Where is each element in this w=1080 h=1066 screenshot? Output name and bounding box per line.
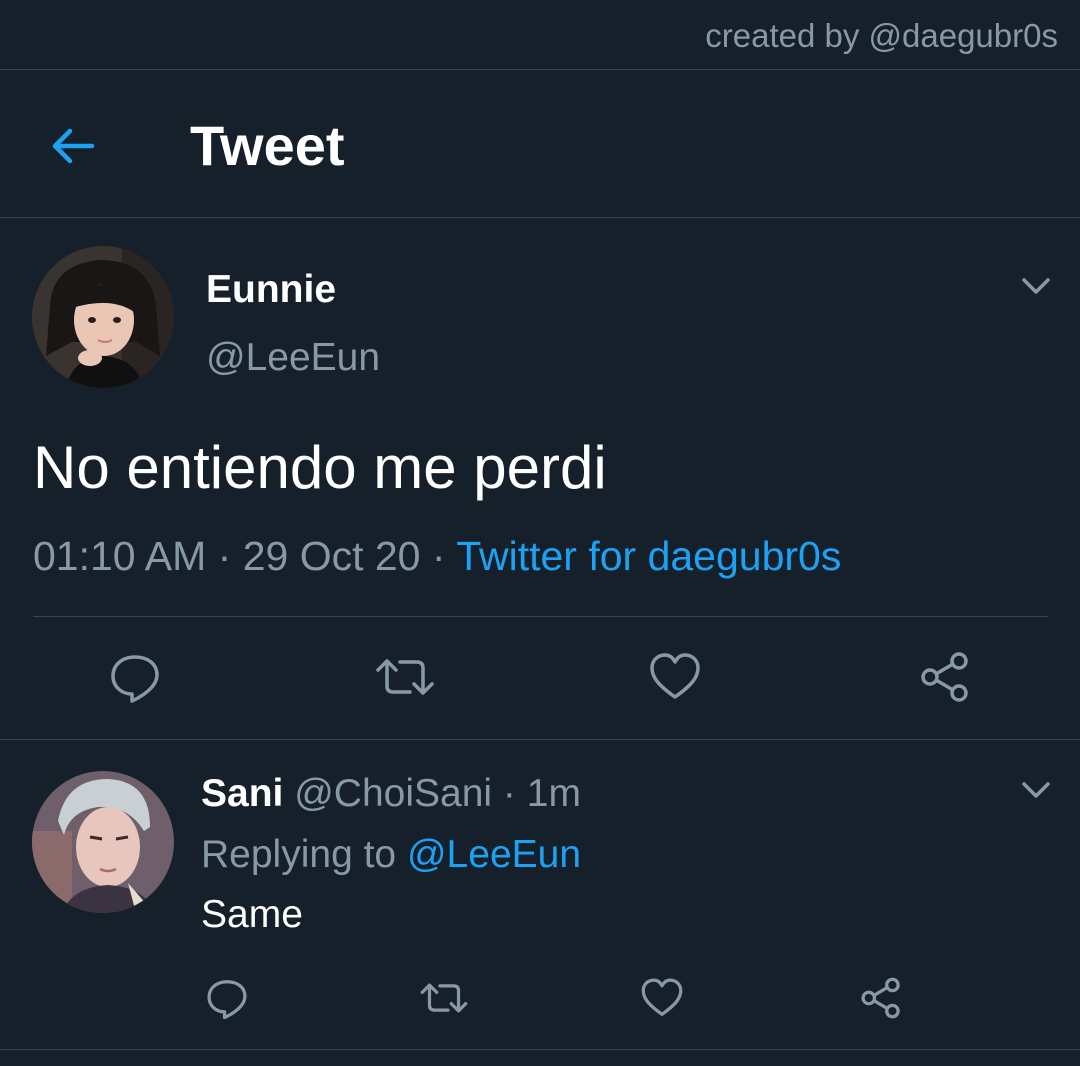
tweet-meta: 01:10 AM · 29 Oct 20 · Twitter for daegu…: [33, 530, 841, 582]
share-icon: [861, 977, 900, 1019]
heart-icon: [641, 978, 683, 1016]
reply-menu-button[interactable]: [1016, 770, 1056, 810]
reply-author-handle[interactable]: @ChoiSani: [294, 772, 492, 815]
retweet-button[interactable]: [374, 650, 436, 704]
chevron-down-icon: [1022, 782, 1050, 798]
share-button[interactable]: [918, 650, 972, 704]
author-handle[interactable]: @LeeEun: [206, 334, 380, 382]
share-icon: [921, 652, 968, 702]
header-divider: [0, 217, 1080, 218]
meta-separator: ·: [217, 533, 232, 579]
reply-share-button[interactable]: [859, 976, 903, 1020]
avatar-image: [32, 246, 174, 388]
arrow-left-icon: [52, 128, 95, 164]
comment-icon: [111, 655, 159, 703]
tweet-source-link[interactable]: Twitter for daegubr0s: [456, 533, 841, 579]
top-divider: [0, 69, 1080, 70]
tweet-menu-button[interactable]: [1016, 266, 1056, 306]
reply-header: Sani @ChoiSani · 1m: [201, 770, 581, 818]
replying-to-label: Replying to: [201, 833, 397, 876]
chevron-down-icon: [1022, 278, 1050, 294]
avatar[interactable]: [32, 246, 174, 388]
author-name[interactable]: Eunnie: [206, 266, 336, 314]
back-button[interactable]: [46, 118, 102, 174]
like-button[interactable]: [648, 650, 702, 704]
heart-icon: [650, 653, 700, 699]
reply-author-name[interactable]: Sani: [201, 772, 283, 815]
reply-text: Same: [201, 893, 303, 936]
reply-like-button[interactable]: [640, 976, 684, 1020]
replying-to: Replying to @LeeEun: [201, 831, 581, 879]
reply-reply-button[interactable]: [205, 976, 249, 1020]
tweet-divider: [0, 739, 1080, 740]
meta-divider: [33, 616, 1048, 617]
tweet-text: No entiendo me perdi: [33, 434, 607, 501]
tweet-date: 29 Oct 20: [242, 533, 421, 579]
replying-to-handle[interactable]: @LeeEun: [407, 833, 581, 876]
meta-separator: ·: [431, 533, 446, 579]
reply-divider: [0, 1049, 1080, 1050]
tweet-time: 01:10 AM: [33, 533, 207, 579]
reply-avatar[interactable]: [32, 771, 174, 913]
retweet-icon: [376, 659, 434, 695]
reply-separator: ·: [502, 772, 516, 815]
reply-retweet-button[interactable]: [419, 976, 469, 1020]
retweet-icon: [420, 983, 468, 1013]
reply-age: 1m: [526, 772, 581, 815]
reply-button[interactable]: [108, 650, 162, 704]
comment-icon: [207, 980, 247, 1020]
watermark-credit: created by @daegubr0s: [705, 17, 1058, 54]
avatar-image: [32, 771, 174, 913]
page-title: Tweet: [190, 114, 345, 177]
